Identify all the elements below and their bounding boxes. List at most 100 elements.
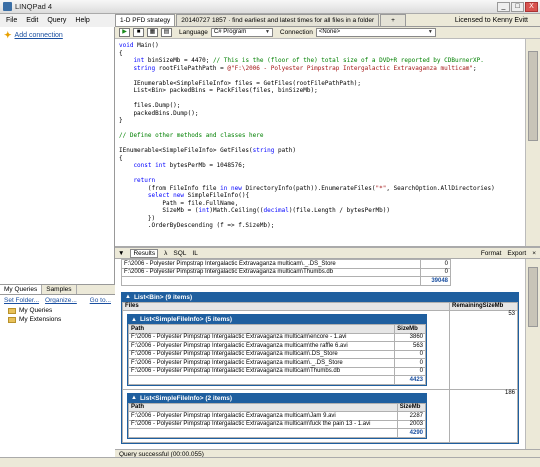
tree-item-my-queries[interactable]: My Queries — [8, 306, 115, 315]
code-line: List<Bin> packedBins = PackFiles(files, … — [119, 87, 521, 95]
tab-query-2[interactable]: 20140727 1857 · find earliest and latest… — [176, 14, 380, 26]
code-line: IEnumerable<SimpleFileInfo> GetFiles(str… — [119, 147, 521, 155]
results-text-button[interactable]: ▤ — [161, 28, 172, 37]
bins-list: ▲ List<Bin> (9 items) Files RemainingSizeM… — [121, 291, 519, 444]
code-token: select new — [119, 192, 188, 199]
folder-icon — [8, 316, 16, 323]
bin-files-cell: ▲ List<SimpleFileInfo> (5 items) Path Size… — [122, 310, 450, 390]
tab-my-queries[interactable]: My Queries — [0, 285, 43, 294]
total-cell: 4423 — [394, 375, 426, 385]
results-scrollbar[interactable] — [525, 259, 540, 449]
files-table: F:\2006 - Polyester Pimpstrap Intergalac… — [120, 259, 451, 286]
minimize-button[interactable]: _ — [497, 1, 510, 12]
path-cell: F:\2006 - Polyester Pimpstrap Intergalac… — [127, 366, 396, 376]
collapse-icon[interactable]: ▲ — [125, 294, 131, 300]
bin2-header[interactable]: ▲ List<SimpleFileInfo> (2 items) — [128, 393, 426, 403]
goto-link[interactable]: Go to... — [90, 297, 111, 304]
code-token: return — [119, 177, 156, 184]
menu-help[interactable]: Help — [75, 17, 89, 24]
bin2-table: Path SizeMb F:\2006 - Polyester Pimpstrap… — [128, 402, 427, 438]
code-token: string — [252, 147, 278, 154]
bins-header[interactable]: ▲ List<Bin> (9 items) — [122, 292, 518, 302]
code-token: Main() — [137, 42, 159, 49]
add-connection-icon: ✦ — [4, 30, 12, 40]
code-token: { — [119, 49, 123, 57]
code-line: string rootFilePathPath = @"F:\2006 - Po… — [119, 65, 521, 73]
set-folder-link[interactable]: Set Folder... — [4, 297, 39, 304]
code-token: "*" — [375, 184, 387, 192]
table-row: F:\2006 - Polyester Pimpstrap Intergalac… — [120, 259, 451, 269]
code-token: IEnumerable<SimpleFileInfo> files = GetF… — [119, 79, 362, 87]
table-row: F:\2006 - Polyester Pimpstrap Intergalac… — [127, 332, 426, 342]
tab-results[interactable]: Results — [130, 248, 159, 258]
results-grid-button[interactable]: ▦ — [147, 28, 158, 37]
scrollbar-thumb[interactable] — [528, 51, 538, 141]
tab-query-1[interactable]: 1-D PFD strategy — [115, 14, 176, 26]
collapse-results-icon[interactable]: ▼ — [118, 250, 124, 257]
maximize-button[interactable]: □ — [511, 1, 524, 12]
bins-table: Files RemainingSizeMb ▲ List<SimpleFileInf… — [122, 301, 518, 443]
query-tabs: 1-D PFD strategy 20140727 1857 · find ea… — [115, 14, 540, 27]
code-line: SizeMb = (int)Math.Ceiling((decimal)(fil… — [119, 207, 521, 215]
code-editor[interactable]: void Main(){ int binSizeMb = 4470; // Th… — [115, 39, 525, 246]
collapse-icon[interactable]: ▲ — [131, 317, 137, 323]
size-cell: 563 — [394, 341, 426, 351]
code-token: }) — [119, 214, 156, 222]
col-size: SizeMb — [394, 324, 426, 334]
tab-il[interactable]: IL — [192, 250, 197, 257]
tree-item-my-extensions[interactable]: My Extensions — [8, 315, 115, 324]
bin2-list: ▲ List<SimpleFileInfo> (2 items) Path Size… — [127, 392, 427, 439]
export-menu[interactable]: Export — [507, 250, 526, 257]
add-connection[interactable]: ✦ Add connection — [0, 27, 114, 44]
close-results-icon[interactable]: × — [532, 250, 540, 257]
new-tab-button[interactable]: + — [380, 14, 406, 26]
code-line: packedBins.Dump(); — [119, 110, 521, 118]
code-line: } — [119, 117, 521, 125]
code-line: const int bytesPerMb = 1048576; — [119, 162, 521, 170]
tab-samples[interactable]: Samples — [42, 285, 77, 294]
table-row: F:\2006 - Polyester Pimpstrap Intergalac… — [127, 358, 426, 368]
code-token: path) — [277, 147, 297, 154]
code-token: binSizeMb = 4470; — [147, 57, 213, 64]
menu-query[interactable]: Query — [47, 17, 66, 24]
code-line: return — [119, 177, 521, 185]
code-token: @"F:\2006 - Polyester Pimpstrap Intergal… — [227, 64, 474, 72]
code-token: in new — [220, 184, 246, 192]
code-token: bytesPerMb = 1048576; — [169, 162, 246, 169]
add-connection-link[interactable]: Add connection — [15, 32, 63, 39]
app-icon — [3, 2, 12, 11]
close-button[interactable]: X — [525, 1, 538, 12]
tab-sql[interactable]: SQL — [173, 250, 186, 257]
bin2-header-label: List<SimpleFileInfo> (2 items) — [139, 394, 233, 402]
size-cell: 0 — [420, 259, 451, 269]
organize-link[interactable]: Organize... — [45, 297, 77, 304]
menu-edit[interactable]: Edit — [26, 17, 38, 24]
code-token: rootFilePathPath = — [158, 64, 228, 72]
menu-file[interactable]: File — [6, 17, 17, 24]
run-button[interactable]: ▶ — [119, 28, 130, 37]
code-token: int — [198, 207, 210, 214]
language-select[interactable]: C# Program ▼ — [210, 28, 273, 37]
code-token: Path = file.FullName, — [119, 199, 239, 207]
total-spacer — [127, 375, 396, 385]
path-cell: F:\2006 - Polyester Pimpstrap Intergalac… — [120, 259, 422, 269]
code-line: { — [119, 155, 521, 163]
queries-panel: My Queries Samples Set Folder... Organiz… — [0, 284, 115, 457]
bin1-table: Path SizeMb F:\2006 - Polyester Pimpstrap… — [127, 324, 426, 385]
bin1-header[interactable]: ▲ List<SimpleFileInfo> (5 items) — [128, 315, 426, 324]
code-token: { — [119, 154, 123, 162]
code-token: (from FileInfo file — [119, 184, 221, 192]
format-menu[interactable]: Format — [481, 250, 502, 257]
tab-lambda[interactable]: λ — [164, 250, 167, 257]
connection-select[interactable]: <None> ▼ — [315, 28, 436, 37]
stop-button[interactable]: ■ — [133, 28, 144, 37]
editor-scrollbar[interactable] — [525, 39, 540, 246]
path-cell: F:\2006 - Polyester Pimpstrap Intergalac… — [128, 419, 398, 429]
path-cell: F:\2006 - Polyester Pimpstrap Intergalac… — [127, 349, 396, 359]
code-token: decimal — [263, 207, 289, 214]
collapse-icon[interactable]: ▲ — [131, 395, 137, 401]
scrollbar-thumb[interactable] — [528, 267, 538, 327]
